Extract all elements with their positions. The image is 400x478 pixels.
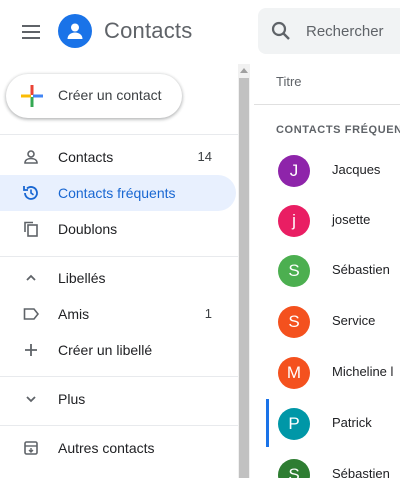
sidebar-item-label: Contacts fréquents [58,185,176,201]
scrollbar-thumb[interactable] [239,78,249,478]
contact-row[interactable]: J Jacques [254,146,400,194]
avatar: J [278,155,310,187]
friends-count: 1 [204,306,212,321]
copy-icon [22,220,40,238]
contact-name: Sébastien [332,466,390,478]
history-icon [22,184,40,202]
sidebar-divider [0,256,238,257]
contact-name: josette [332,212,371,227]
sidebar-divider [0,376,238,377]
more-label: Plus [58,391,86,407]
avatar: S [278,459,310,478]
scroll-up-arrow-icon[interactable] [238,64,250,76]
sidebar-item-label: Doublons [58,221,118,237]
avatar: S [278,306,310,338]
contact-row-selected[interactable]: P Patrick [254,399,400,447]
contact-name: Sébastien [332,262,390,277]
chevron-down-icon [22,390,40,408]
contact-name: Patrick [332,415,372,430]
avatar: S [278,255,310,287]
sidebar-item-duplicates[interactable]: Doublons [0,211,236,247]
contact-name: Micheline l [332,364,394,379]
contact-row[interactable]: M Micheline l [254,348,400,396]
app-header: Contacts [0,0,400,64]
sidebar-item-label: Amis [58,306,90,322]
create-contact-button[interactable]: Créer un contact [6,74,182,118]
avatar-initial: J [289,161,299,180]
create-label-button[interactable]: Créer un libellé [0,332,236,368]
plus-icon [22,341,40,359]
sidebar-item-label: Créer un libellé [58,342,153,358]
more-section-toggle[interactable]: Plus [0,381,236,417]
search-icon[interactable] [270,20,292,42]
sidebar-item-contacts[interactable]: Contacts 14 [0,139,236,175]
section-title: CONTACTS FRÉQUENTS [276,124,400,136]
avatar-initial: j [292,211,296,230]
avatar-initial: P [288,414,300,433]
sidebar-divider [0,425,238,426]
contact-row[interactable]: S Service [254,297,400,345]
label-icon [22,305,40,323]
avatar: M [278,357,310,389]
avatar-initial: M [286,363,302,382]
avatar-initial: S [288,312,300,331]
header-divider [254,104,400,105]
contact-name: Service [332,313,376,328]
sidebar: Créer un contact Contacts 14 Contacts fr… [0,64,238,478]
column-header-name[interactable]: Titre [276,74,302,89]
contact-row[interactable]: S Sébastien [254,450,400,478]
contact-row[interactable]: j josette [254,196,400,244]
contact-row[interactable]: S Sébastien [254,246,400,294]
labels-section-toggle[interactable]: Libellés [0,260,236,296]
contact-name: Jacques [332,162,381,177]
avatar: j [278,205,310,237]
avatar-initial: S [288,465,300,478]
sidebar-scrollbar[interactable] [238,64,250,478]
search-input[interactable] [306,20,400,42]
avatar: P [278,408,310,440]
sidebar-item-other-contacts[interactable]: Autres contacts [0,430,236,466]
create-contact-label: Créer un contact [58,87,162,103]
colored-plus-icon [20,84,44,108]
chevron-up-icon [22,269,40,287]
sidebar-item-frequent-contacts[interactable]: Contacts fréquents [0,175,236,211]
labels-section-header: Libellés [58,270,106,286]
avatar-initial: S [288,261,300,280]
sidebar-item-label: Contacts [58,149,114,165]
sidebar-divider [0,134,238,135]
person-icon [22,148,40,166]
sidebar-item-label-friends[interactable]: Amis 1 [0,296,236,332]
contacts-logo-icon[interactable] [58,14,92,48]
contacts-list-panel: Titre CONTACTS FRÉQUENTS J Jacques j jos… [254,64,400,478]
search-bar[interactable] [258,8,400,54]
main-menu-icon[interactable] [18,18,46,46]
app-title: Contacts [104,18,193,43]
contacts-count: 14 [197,149,212,164]
archive-icon [22,439,40,457]
sidebar-item-label: Autres contacts [58,440,155,456]
